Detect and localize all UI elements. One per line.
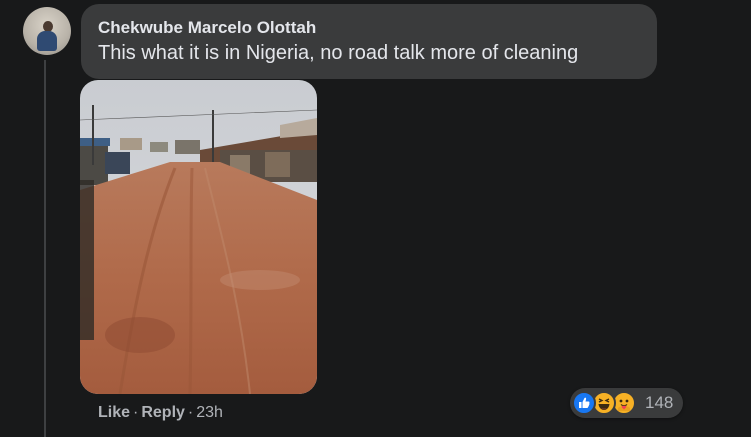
like-link[interactable]: Like: [98, 404, 130, 421]
reply-link[interactable]: Reply: [141, 404, 185, 421]
comment-text: This what it is in Nigeria, no road talk…: [98, 42, 579, 64]
comment-bubble: Chekwube Marcelo Olottah This what it is…: [81, 4, 657, 79]
reactions-summary[interactable]: 148: [570, 388, 683, 418]
avatar[interactable]: [23, 7, 71, 55]
comment-actions: Like · Reply · 23h: [98, 402, 223, 424]
comment-author[interactable]: Chekwube Marcelo Olottah: [98, 17, 657, 39]
avatar-body: [37, 31, 57, 51]
thread-line: [44, 60, 46, 437]
comment-photo[interactable]: [80, 80, 317, 394]
like-icon: [572, 391, 596, 415]
separator: ·: [187, 404, 194, 421]
separator: ·: [133, 404, 139, 421]
photo-image: [80, 80, 317, 394]
comment-timestamp[interactable]: 23h: [196, 404, 223, 421]
reaction-count: 148: [645, 393, 674, 412]
